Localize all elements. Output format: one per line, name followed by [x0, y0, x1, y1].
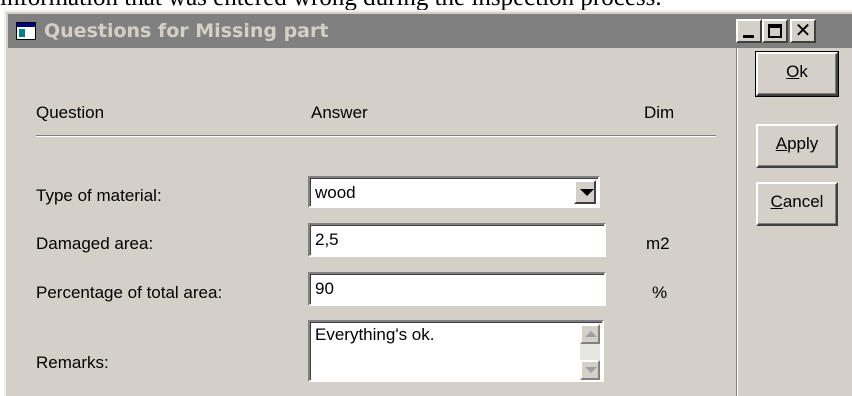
material-dropdown-value: wood: [315, 183, 356, 202]
scroll-down-button[interactable]: [580, 360, 600, 380]
minimize-icon: [743, 35, 754, 38]
button-panel-divider: [736, 48, 738, 396]
close-button[interactable]: ✕: [790, 18, 816, 43]
question-label-material: Type of material:: [36, 186, 162, 205]
percentage-field[interactable]: 90: [308, 272, 606, 306]
header-dim: Dim: [644, 103, 675, 122]
header-answer: Answer: [311, 103, 368, 122]
maximize-button[interactable]: [762, 19, 788, 43]
apply-button[interactable]: Apply: [756, 124, 838, 168]
remarks-textarea[interactable]: Everything's ok.: [308, 320, 604, 382]
window-app-icon[interactable]: [16, 22, 36, 40]
cancel-button[interactable]: Cancel: [756, 182, 838, 226]
dialog-window: Questions for Missing part ✕ Question An…: [4, 10, 852, 396]
header-divider: [36, 135, 716, 137]
chevron-up-icon: [585, 331, 597, 337]
remarks-scrollbar[interactable]: [580, 324, 600, 380]
title-bar[interactable]: Questions for Missing part ✕: [8, 14, 852, 48]
percentage-value: 90: [315, 279, 334, 298]
damaged-area-field[interactable]: 2,5: [308, 223, 606, 257]
window-title: Questions for Missing part: [44, 20, 329, 42]
ok-button[interactable]: Ok: [755, 51, 839, 97]
dropdown-arrow-button[interactable]: [574, 180, 596, 204]
header-question: Question: [36, 103, 105, 122]
chevron-down-icon: [580, 189, 594, 196]
damaged-area-dim: m2: [646, 234, 670, 253]
maximize-icon: [768, 24, 782, 38]
chevron-down-icon: [585, 367, 597, 373]
question-label-remarks: Remarks:: [36, 353, 109, 372]
minimize-button[interactable]: [736, 19, 762, 43]
scroll-up-button[interactable]: [580, 324, 600, 344]
question-label-damaged-area: Damaged area:: [36, 234, 154, 253]
remarks-value: Everything's ok.: [315, 325, 435, 344]
damaged-area-value: 2,5: [315, 230, 339, 249]
questions-form: Question Answer Dim Type of material: wo…: [8, 48, 736, 396]
question-label-percentage: Percentage of total area:: [36, 283, 223, 302]
material-dropdown[interactable]: wood: [308, 176, 600, 208]
percentage-dim: %: [652, 283, 668, 302]
close-icon: ✕: [794, 18, 812, 42]
